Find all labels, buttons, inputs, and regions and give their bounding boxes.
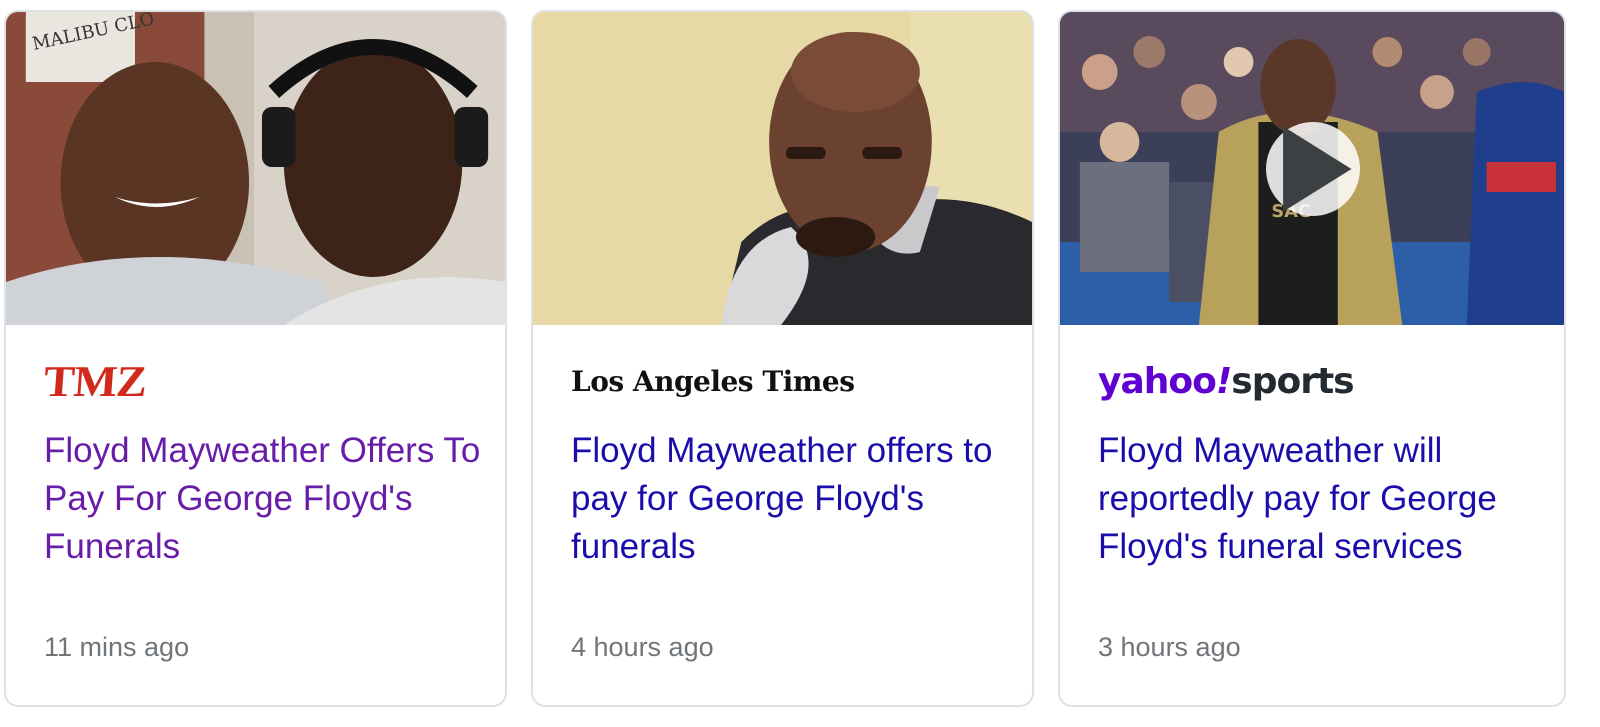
news-card-yahoo-sports[interactable]: SAC yahoo!sports Floyd Mayweather will r… <box>1058 10 1566 707</box>
news-timestamp: 3 hours ago <box>1098 632 1241 662</box>
play-video-button[interactable] <box>1266 122 1360 216</box>
news-card-la-times[interactable]: Los Angeles Times Floyd Mayweather offer… <box>531 10 1034 707</box>
news-thumbnail[interactable]: MALIBU CLO <box>6 12 505 325</box>
top-stories-carousel: MALIBU CLO TMZ Floyd Mayweather Offers T… <box>0 0 1600 727</box>
thumbnail-image: MALIBU CLO <box>6 12 505 325</box>
source-name-part-bang: ! <box>1215 360 1232 402</box>
news-headline[interactable]: Floyd Mayweather will reportedly pay for… <box>1098 427 1518 571</box>
news-source-logo: TMZ <box>42 357 148 406</box>
news-source-logo: Los Angeles Times <box>571 357 855 405</box>
thumbnail-image <box>533 12 1032 325</box>
play-icon <box>1283 126 1352 212</box>
source-name: yahoo!sports <box>1098 360 1355 402</box>
source-name-part-sports: sports <box>1231 360 1354 402</box>
news-source-logo: yahoo!sports <box>1098 357 1355 405</box>
news-headline[interactable]: Floyd Mayweather Offers To Pay For Georg… <box>44 427 484 571</box>
news-timestamp: 11 mins ago <box>44 632 190 662</box>
source-name-part-yahoo: yahoo <box>1098 360 1217 402</box>
news-card-tmz[interactable]: MALIBU CLO TMZ Floyd Mayweather Offers T… <box>4 10 507 707</box>
news-timestamp: 4 hours ago <box>571 632 714 662</box>
source-name: Los Angeles Times <box>571 364 855 398</box>
source-name: TMZ <box>42 356 148 406</box>
news-thumbnail[interactable] <box>533 12 1032 325</box>
news-headline[interactable]: Floyd Mayweather offers to pay for Georg… <box>571 427 1011 571</box>
news-thumbnail[interactable]: SAC <box>1060 12 1564 325</box>
